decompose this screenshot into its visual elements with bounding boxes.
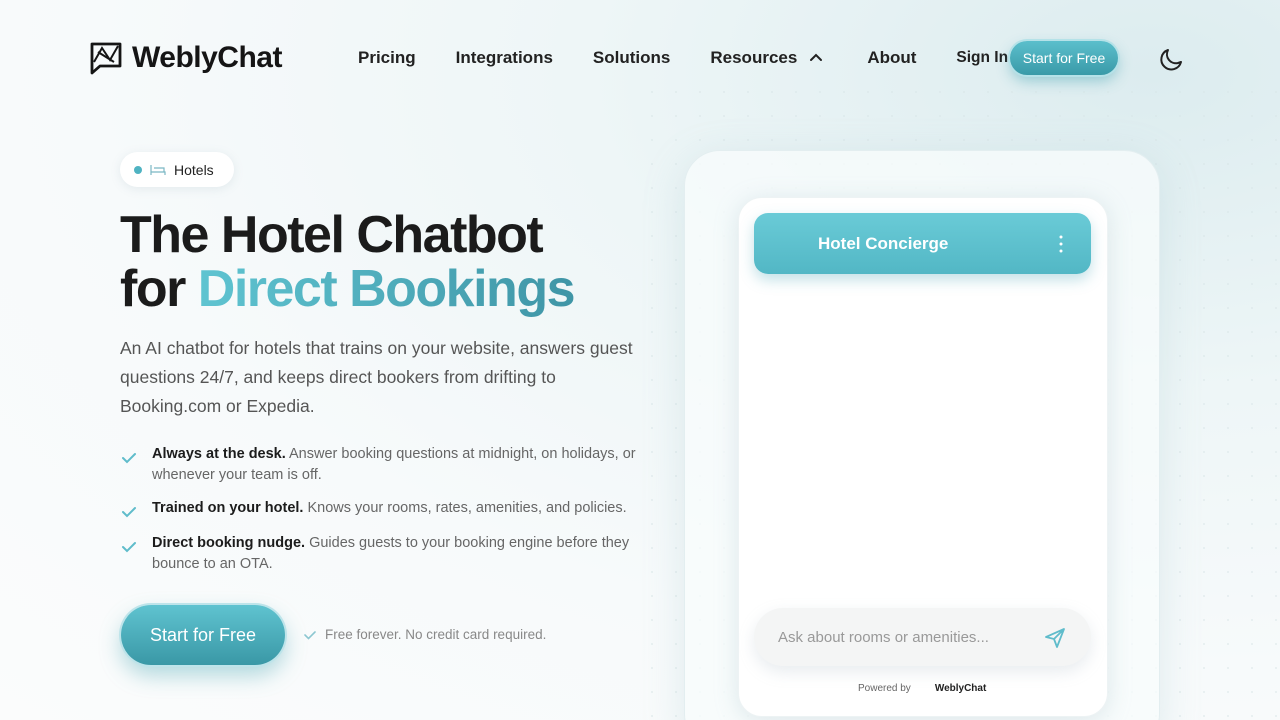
check-icon [122,542,136,553]
moon-icon[interactable] [1158,45,1186,73]
hero-title-line1: The Hotel Chatbot [120,206,544,264]
brand-logo[interactable]: WeblyChat [88,40,282,76]
check-icon [122,453,136,464]
nav-integrations[interactable]: Integrations [456,48,553,68]
chevron-up-icon [810,53,823,61]
hero-title-accent: Direct Bookings [197,260,576,318]
sign-in-link[interactable]: Sign In [956,49,1008,67]
feature-text: Always at the desk. Answer booking quest… [152,444,660,486]
hero-title: The Hotel Chatbot for Direct Bookings [120,206,576,318]
cta-note-text: Free forever. No credit card required. [325,627,547,642]
powered-by-brand[interactable]: WeblyChat [935,683,987,694]
nav-resources-label: Resources [710,48,798,67]
nav-start-free-button[interactable]: Start for Free [1010,41,1118,75]
nav-resources[interactable]: Resources [710,48,823,68]
nav-about[interactable]: About [867,48,916,68]
feature-text: Trained on your hotel. Knows your rooms,… [152,498,627,521]
category-pill: Hotels [120,152,234,187]
feature-bold: Direct booking nudge. [152,535,306,551]
nav-pricing[interactable]: Pricing [358,48,416,68]
chat-title: Hotel Concierge [818,233,949,253]
feature-item: Trained on your hotel. Knows your rooms,… [120,498,660,521]
chat-header: Hotel Concierge [754,213,1091,274]
feature-text: Direct booking nudge. Guides guests to y… [152,533,660,575]
pill-label: Hotels [174,161,214,178]
feature-bold: Trained on your hotel. [152,500,304,516]
feature-desc: Knows your rooms, rates, amenities, and … [303,500,627,516]
check-icon [122,507,136,518]
cta-note: Free forever. No credit card required. [303,627,546,642]
powered-by: Powered by WeblyChat [858,683,986,694]
pill-dot [134,165,142,174]
chat-bubble-logo-icon [90,42,122,75]
feature-bold: Always at the desk. [152,446,286,462]
powered-by-label: Powered by [858,683,911,694]
send-icon[interactable] [1043,626,1067,650]
hero-title-prefix: for [120,260,198,318]
more-vertical-icon[interactable] [1059,235,1063,253]
brand-name: WeblyChat [132,41,282,74]
check-icon [304,630,316,640]
feature-list: Always at the desk. Answer booking quest… [120,444,660,587]
feature-item: Direct booking nudge. Guides guests to y… [120,533,660,575]
chat-input-placeholder: Ask about rooms or amenities... [778,628,989,646]
feature-item: Always at the desk. Answer booking quest… [120,444,660,486]
chat-message-input[interactable]: Ask about rooms or amenities... [754,608,1091,666]
hero-start-free-button[interactable]: Start for Free [121,605,285,665]
bed-icon [150,164,166,175]
nav-solutions[interactable]: Solutions [593,48,670,68]
top-nav: WeblyChat Pricing Integrations Solutions… [0,0,1280,116]
hero-lead: An AI chatbot for hotels that trains on … [120,338,633,416]
nav-links: Pricing Integrations Solutions Resources… [358,48,1048,68]
